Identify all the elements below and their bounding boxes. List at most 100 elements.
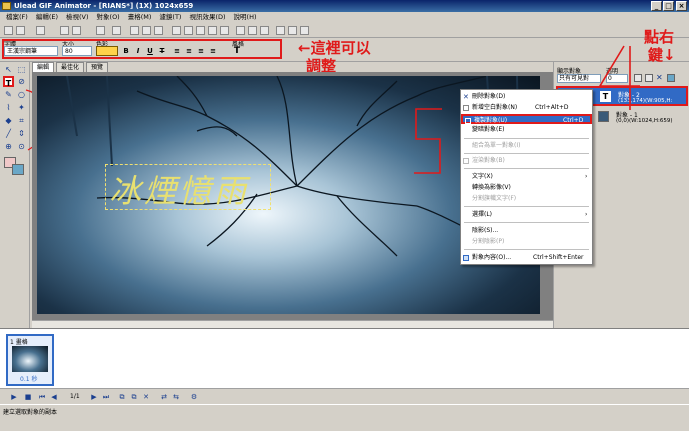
tab-edit[interactable]: 編輯 bbox=[32, 62, 55, 72]
undo-icon[interactable] bbox=[96, 26, 105, 35]
prev-frame-icon[interactable]: ◀ bbox=[50, 393, 58, 401]
print-icon[interactable] bbox=[60, 26, 69, 35]
menu-object[interactable]: 對象(O) bbox=[94, 12, 123, 23]
menu-item-convert-to-image[interactable]: 轉換為影像(V) bbox=[461, 183, 592, 193]
window-title: Ulead GIF Animator - [RIANS*] (1X) 1024x… bbox=[14, 2, 194, 10]
menu-help[interactable]: 說明(H) bbox=[231, 12, 260, 23]
menu-item-render-object: 渲染對象(B) bbox=[461, 156, 592, 166]
zoom-tool-icon[interactable]: ⊕ bbox=[3, 141, 14, 152]
duplicate-icon bbox=[465, 118, 471, 124]
frame-image bbox=[12, 346, 48, 372]
first-frame-icon[interactable]: ⏮ bbox=[38, 393, 46, 401]
object-detail: (0,0)(W:1024,H:659) bbox=[616, 118, 673, 124]
view-tabs: 編輯 最佳化 預覽 bbox=[32, 62, 552, 72]
paint-tool-icon[interactable]: ✎ bbox=[3, 89, 14, 100]
menu-filter[interactable]: 濾鏡(T) bbox=[156, 12, 184, 23]
menu-item-dim-object[interactable]: 變暗對象(E) bbox=[461, 125, 592, 135]
menu-separator bbox=[464, 206, 589, 207]
close-button[interactable]: × bbox=[676, 1, 687, 11]
optimize-icon[interactable] bbox=[236, 26, 245, 35]
save-icon[interactable] bbox=[36, 26, 45, 35]
tab-optimize[interactable]: 最佳化 bbox=[56, 62, 85, 72]
copy-icon[interactable] bbox=[142, 26, 151, 35]
reverse-icon[interactable]: ⇆ bbox=[172, 393, 180, 401]
background-color-swatch[interactable] bbox=[12, 164, 24, 175]
menu-item-duplicate-object[interactable]: 複製對象(U) Ctrl+D bbox=[461, 114, 592, 124]
marquee-tool-icon[interactable]: ⬚ bbox=[16, 64, 27, 75]
duplicate-frame-button-icon[interactable]: ⧉ bbox=[130, 393, 138, 401]
main-toolbar bbox=[0, 24, 689, 38]
submenu-arrow-icon: › bbox=[585, 173, 588, 180]
preview-icon[interactable] bbox=[248, 26, 257, 35]
paste-icon[interactable] bbox=[154, 26, 163, 35]
status-text: 建立選取對象的副本 bbox=[3, 409, 58, 416]
red-number-annotation bbox=[414, 108, 442, 174]
delete-object-icon[interactable]: ✕ bbox=[656, 74, 664, 82]
frame-counter: 1/1 bbox=[70, 393, 80, 400]
object-context-menu: ✕ 刪除對象(D) 新增空白對象(N) Ctrl+Alt+D 複製對象(U) C… bbox=[460, 89, 593, 265]
menu-frame[interactable]: 畫格(M) bbox=[125, 12, 155, 23]
duplicate-frame-icon[interactable] bbox=[196, 26, 205, 35]
minimize-button[interactable]: _ bbox=[651, 1, 662, 11]
play-icon[interactable]: ▶ bbox=[10, 393, 18, 401]
playback-bar: ▶ ■ ⏮ ◀ 1/1 ▶ ⏭ ⧉ ⧉ ✕ ⇄ ⇆ ⚙ bbox=[0, 388, 689, 404]
menu-item-select[interactable]: 選擇(L) › bbox=[461, 210, 592, 220]
eyedropper-tool-icon[interactable]: ╱ bbox=[3, 128, 14, 139]
frame-label: 1 畫格 bbox=[10, 339, 28, 346]
cut-icon[interactable] bbox=[130, 26, 139, 35]
menu-item-delete-object[interactable]: ✕ 刪除對象(D) bbox=[461, 92, 592, 102]
menu-separator bbox=[464, 153, 589, 154]
add-frame-button-icon[interactable]: ⧉ bbox=[118, 393, 126, 401]
annotation-adjust-here: ←這裡可以 bbox=[298, 39, 371, 57]
stop-icon[interactable]: ■ bbox=[24, 393, 32, 401]
open-file-icon[interactable] bbox=[16, 26, 25, 35]
crop-icon[interactable] bbox=[276, 26, 285, 35]
maximize-button[interactable]: □ bbox=[663, 1, 674, 11]
new-file-icon[interactable] bbox=[4, 26, 13, 35]
last-frame-icon[interactable]: ⏭ bbox=[102, 393, 110, 401]
delete-frame-icon[interactable] bbox=[208, 26, 217, 35]
object-properties-icon[interactable] bbox=[667, 74, 675, 82]
grid-icon[interactable] bbox=[300, 26, 309, 35]
redo-icon[interactable] bbox=[112, 26, 121, 35]
fill-tool-icon[interactable]: ◆ bbox=[3, 115, 14, 126]
banner-text-icon[interactable] bbox=[260, 26, 269, 35]
brush-tool-icon[interactable]: ⌇ bbox=[3, 102, 14, 113]
menu-item-shadow[interactable]: 陰影(S)... bbox=[461, 226, 592, 236]
image-icon[interactable] bbox=[72, 26, 81, 35]
copy-object-icon[interactable] bbox=[645, 74, 653, 82]
tab-preview[interactable]: 預覽 bbox=[86, 62, 109, 72]
menu-item-text[interactable]: 文字(X) › bbox=[461, 172, 592, 182]
menu-video-effects[interactable]: 視訊效果(D) bbox=[186, 12, 228, 23]
horizontal-scrollbar[interactable] bbox=[32, 320, 554, 328]
menu-file[interactable]: 檔案(F) bbox=[3, 12, 31, 23]
text-tool-icon[interactable]: T bbox=[3, 76, 14, 88]
next-frame-icon[interactable]: ▶ bbox=[90, 393, 98, 401]
menu-bar: 檔案(F) 編輯(E) 檢視(V) 對象(O) 畫格(M) 濾鏡(T) 視訊效果… bbox=[0, 12, 689, 23]
delete-frame-button-icon[interactable]: ✕ bbox=[142, 393, 150, 401]
add-frame-icon[interactable] bbox=[184, 26, 193, 35]
zoom-icon[interactable] bbox=[288, 26, 297, 35]
delete-icon: ✕ bbox=[463, 93, 469, 101]
menu-item-object-properties[interactable]: 對象內容(O)... Ctrl+Shift+Enter bbox=[461, 253, 592, 263]
show-objects-select[interactable]: 只有可見對 bbox=[557, 74, 601, 83]
status-bar: 建立選取對象的副本 bbox=[0, 404, 689, 431]
frame-delay: 0.1 秒 bbox=[20, 376, 38, 383]
menu-item-split-banner-text: 分割旗幟文字(F) bbox=[472, 195, 517, 202]
pick-tool-icon[interactable]: ↖ bbox=[3, 64, 14, 75]
menu-separator bbox=[464, 222, 589, 223]
menu-item-new-empty-object[interactable]: 新增空白對象(N) Ctrl+Alt+D bbox=[461, 103, 592, 113]
menu-item-split-shadow: 分割陰影(P) bbox=[472, 238, 505, 245]
frame-thumbnail[interactable]: 1 畫格 0.1 秒 bbox=[6, 334, 54, 386]
frame-properties-icon[interactable] bbox=[220, 26, 229, 35]
menu-edit[interactable]: 編輯(E) bbox=[33, 12, 61, 23]
submenu-arrow-icon: › bbox=[585, 211, 588, 218]
add-image-icon[interactable] bbox=[172, 26, 181, 35]
menu-view[interactable]: 檢視(V) bbox=[63, 12, 92, 23]
menu-separator bbox=[464, 249, 589, 250]
frame-properties-button-icon[interactable]: ⚙ bbox=[190, 393, 198, 401]
canvas-text-object[interactable]: 冰煙憶雨 bbox=[109, 166, 249, 212]
tween-icon[interactable]: ⇄ bbox=[160, 393, 168, 401]
frame-panel bbox=[0, 328, 689, 388]
render-icon bbox=[463, 158, 469, 164]
